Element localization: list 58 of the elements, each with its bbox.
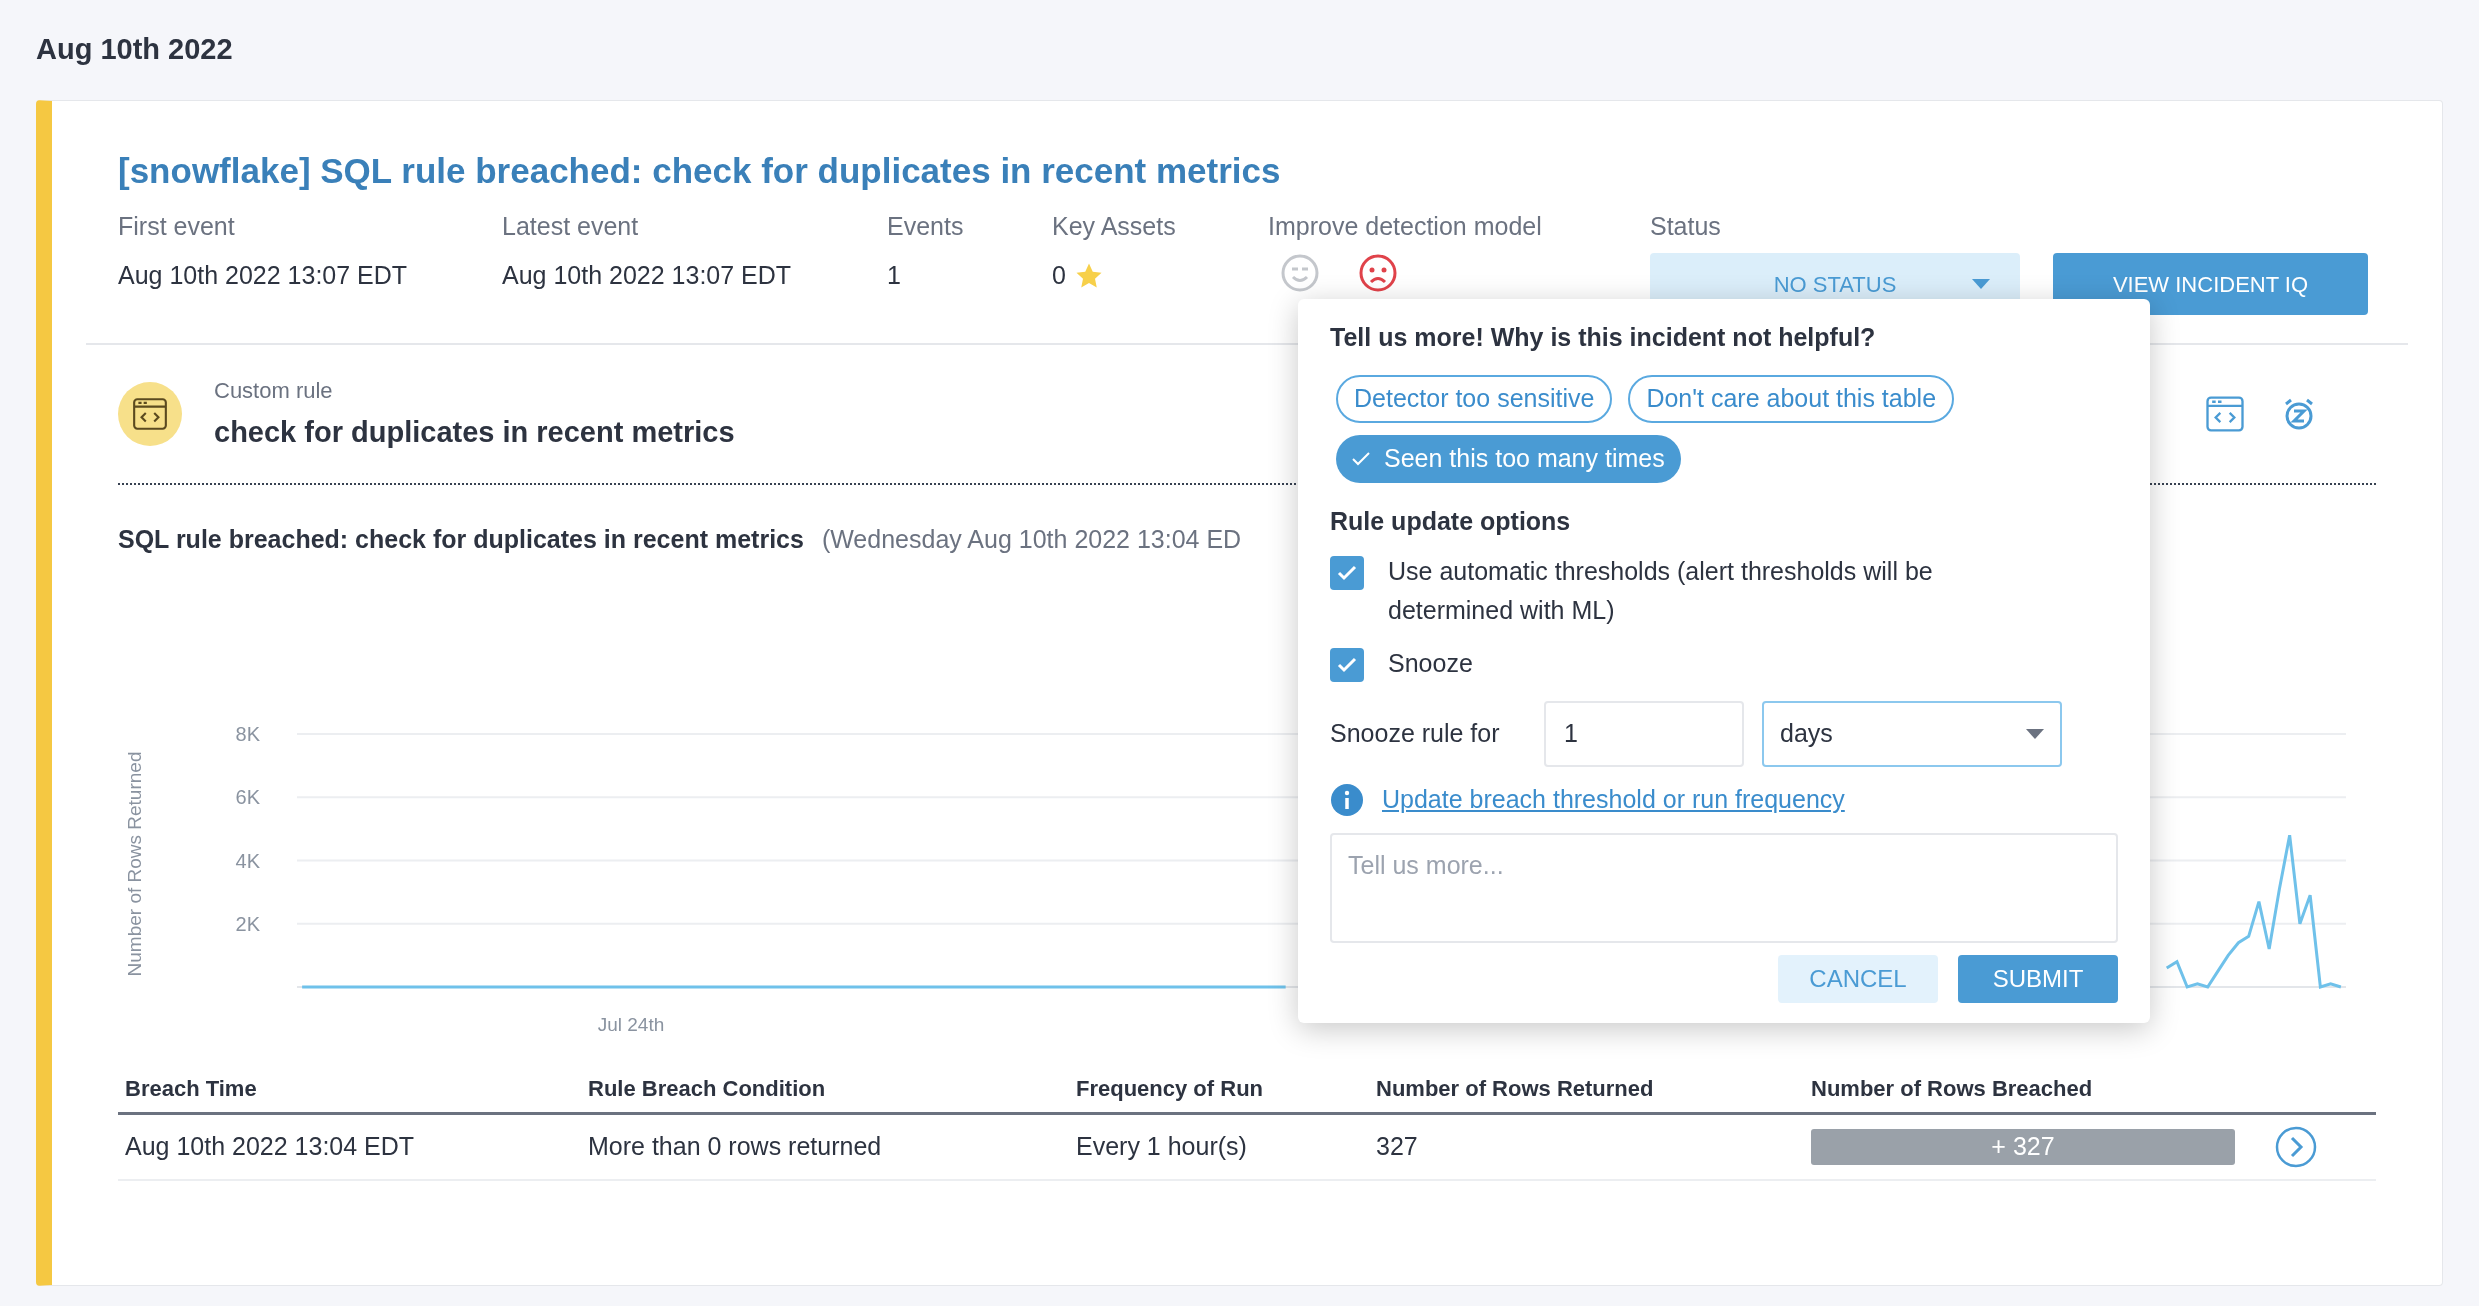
column-header: Rule Breach Condition <box>588 1074 827 1103</box>
submit-button[interactable]: SUBMIT <box>1958 954 2118 1003</box>
cancel-button[interactable]: CANCEL <box>1778 954 1938 1003</box>
column-header: Number of Rows Breached <box>1811 1074 2094 1103</box>
snooze-unit-dropdown[interactable]: days <box>1762 701 2062 767</box>
popup-title: Tell us more! Why is this incident not helpful? <box>1330 322 1877 353</box>
field-value: Aug 10th 2022 13:07 EDT <box>118 260 409 291</box>
y-axis-title: Number of Rows Returned <box>124 751 145 976</box>
checkbox[interactable] <box>1330 556 1364 590</box>
snooze-label: Snooze rule for <box>1330 718 1501 750</box>
table-cell-text: Aug 10th 2022 13:04 EDT <box>125 1130 416 1162</box>
chart-title: SQL rule breached: check for duplicates in recent metrics <box>118 524 804 555</box>
chevron-right-icon[interactable] <box>2275 1125 2317 1168</box>
column-header: Number of Rows Returned <box>1376 1074 1655 1103</box>
table-cell-text: Every 1 hour(s) <box>1076 1130 1248 1162</box>
smiley-face-icon[interactable] <box>1280 253 1320 293</box>
rule-type: Custom rule <box>214 376 334 405</box>
field-label: Key Assets <box>1052 210 1177 242</box>
info-icon <box>1330 782 1364 817</box>
date-heading: Aug 10th 2022 <box>36 32 234 67</box>
tick-label: 8K <box>235 722 260 745</box>
section-title: Rule update options <box>1330 505 1572 537</box>
check-icon <box>1352 451 1370 466</box>
snooze-amount-field[interactable]: 1 <box>1544 701 1744 767</box>
rows-breached-bar: + 327 <box>1811 1128 2235 1165</box>
reason-chip[interactable]: Don't care about this table <box>1628 374 1955 423</box>
incident-title[interactable]: [snowflake] SQL rule breached: check for duplicates in recent metrics <box>118 145 2376 198</box>
caret-icon <box>2026 729 2044 739</box>
code-window-icon <box>131 395 169 433</box>
option-label: Use automatic thresholds (alert thresholds will be determined with ML) <box>1388 556 1934 626</box>
reason-chip[interactable]: Seen this too many times <box>1336 434 1681 483</box>
sad-face-icon[interactable] <box>1358 253 1398 293</box>
x-axis-label: Jul 24th <box>597 1013 665 1035</box>
view-incident-button[interactable]: VIEW INCIDENT IQ <box>2053 253 2368 315</box>
field-value: Aug 10th 2022 13:07 EDT <box>502 260 793 291</box>
comment-field[interactable]: Tell us more... <box>1330 832 2118 943</box>
chart-subtitle: (Wednesday Aug 10th 2022 13:04 ED <box>821 524 1242 555</box>
tick-label: 4K <box>235 849 260 871</box>
option-label: Snooze <box>1388 648 1474 679</box>
reason-chip[interactable]: Detector too sensitive <box>1336 374 1613 423</box>
field-label: Status <box>1650 210 1722 242</box>
field-label: Events <box>887 210 965 242</box>
update-threshold-link[interactable]: Update breach threshold or run frequency <box>1382 781 1845 819</box>
caret-icon <box>1972 279 1990 289</box>
field-value: 1 <box>887 260 902 291</box>
table-cell-text: 327 <box>1376 1130 1419 1162</box>
column-header: Breach Time <box>125 1074 258 1103</box>
rule-name: check for duplicates in recent metrics <box>214 414 735 450</box>
field-label: Latest event <box>502 210 640 242</box>
tick-label: 2K <box>235 912 260 935</box>
snooze-alarm-icon[interactable] <box>2282 397 2316 431</box>
tick-label: 6K <box>235 785 260 808</box>
field-value: 0 <box>1052 260 1066 291</box>
field-label: Improve detection model <box>1268 210 1543 242</box>
table-cell-text: More than 0 rows returned <box>588 1130 883 1162</box>
checkbox[interactable] <box>1330 648 1364 682</box>
field-label: First event <box>118 210 236 242</box>
column-header: Frequency of Run <box>1076 1074 1264 1103</box>
